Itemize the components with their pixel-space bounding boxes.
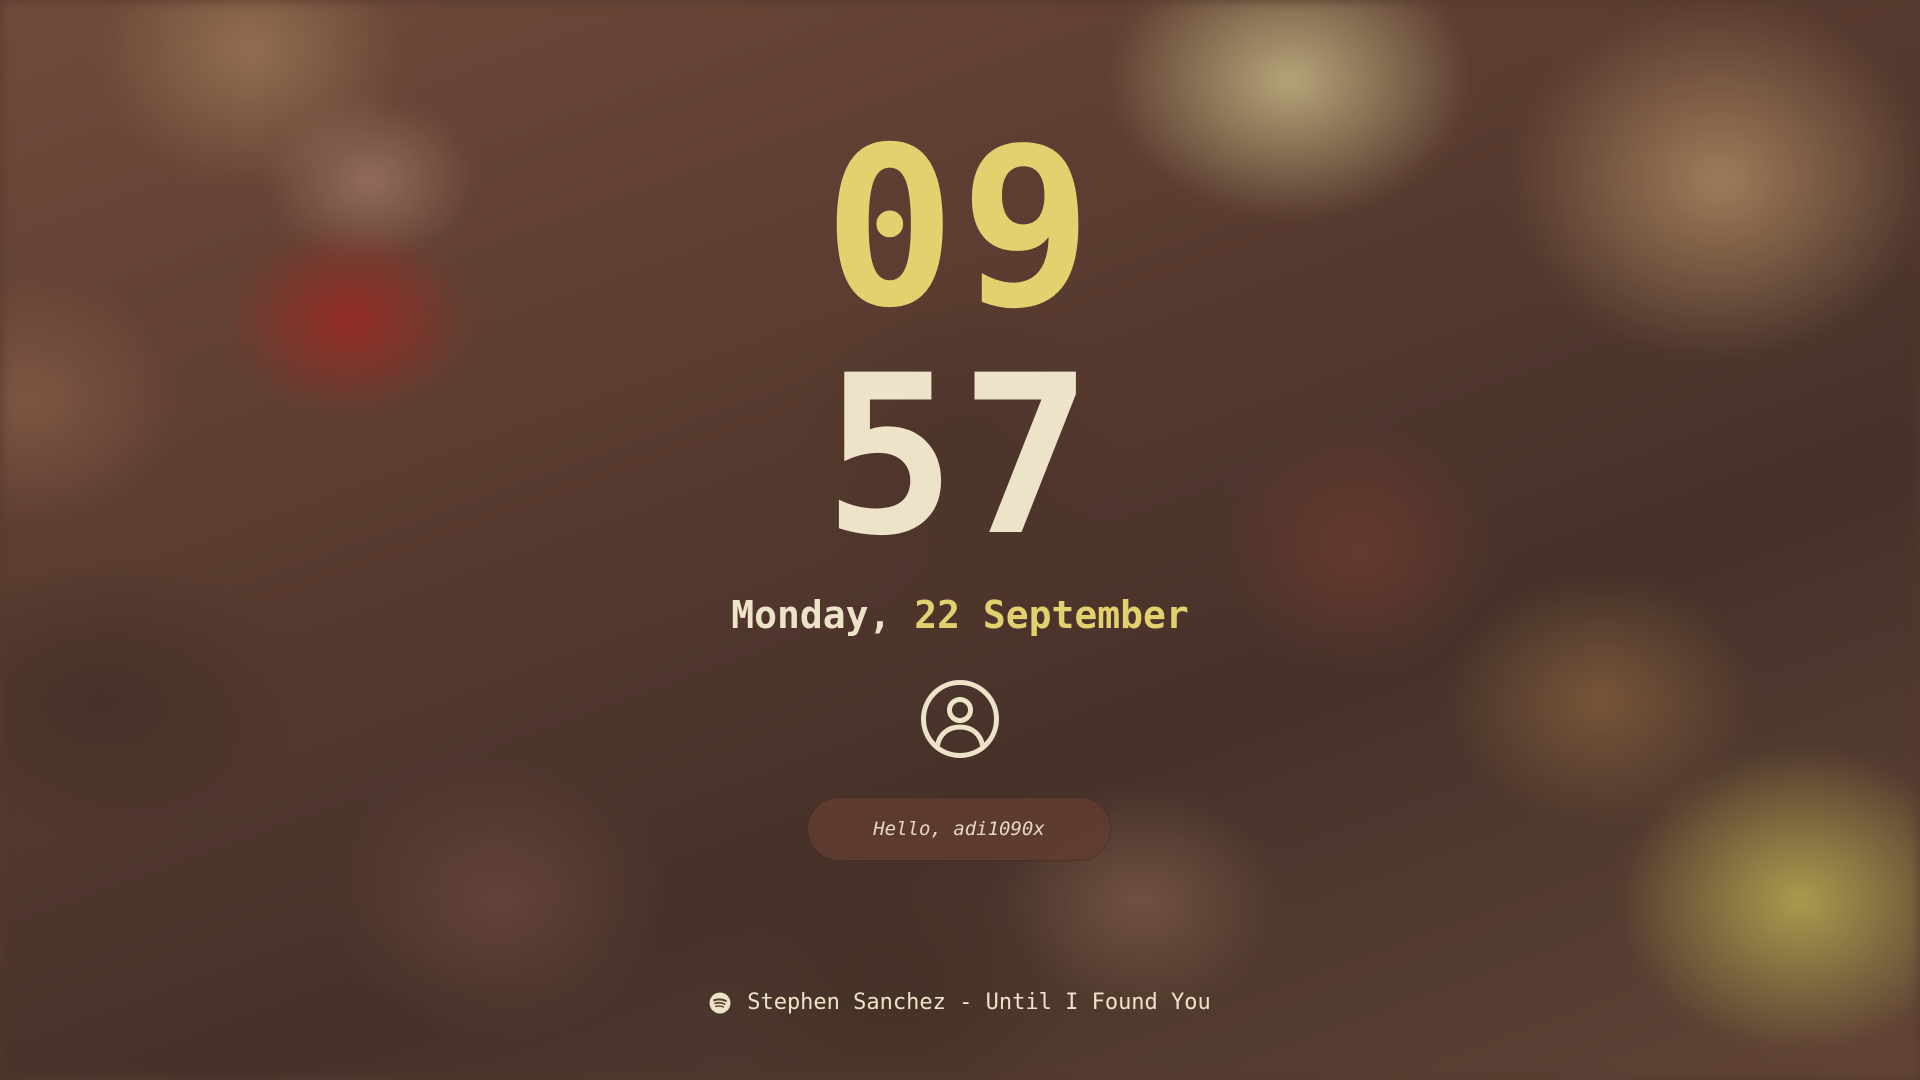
user-circle-icon[interactable] (919, 678, 1001, 760)
lock-screen: 09 57 Monday, 22 September Hello, adi109… (0, 0, 1920, 1080)
now-playing-track: Stephen Sanchez - Until I Found You (747, 990, 1211, 1015)
now-playing: Stephen Sanchez - Until I Found You (0, 990, 1920, 1015)
date-display: Monday, 22 September (0, 592, 1920, 638)
spotify-icon (709, 992, 731, 1014)
date-weekday: Monday, (731, 593, 892, 637)
greeting-text: Hello, adi1090x (873, 818, 1045, 840)
date-day-month: 22 September (914, 593, 1189, 637)
password-input[interactable]: Hello, adi1090x (808, 798, 1110, 860)
clock-minute: 57 (823, 328, 1097, 584)
clock-hour: 09 (823, 100, 1097, 356)
